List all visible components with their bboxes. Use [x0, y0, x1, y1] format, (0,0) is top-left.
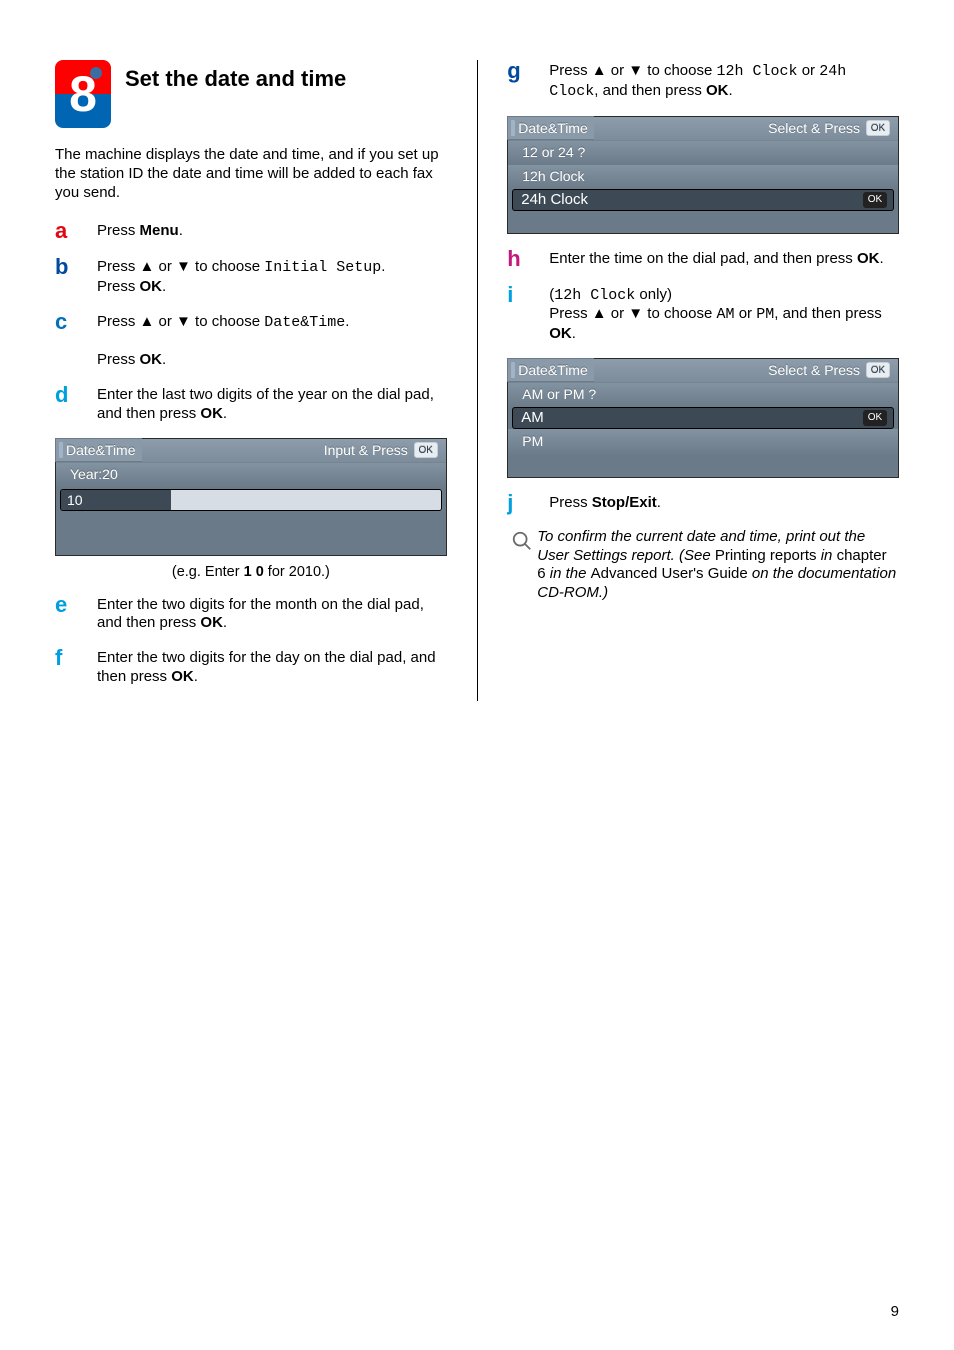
intro-text: The machine displays the date and time, …: [55, 146, 447, 202]
step-letter: f: [55, 647, 97, 687]
lcd-year: Date&Time Input & PressOK Year:20 10: [55, 438, 447, 556]
lcd-tab: Date&Time: [55, 438, 142, 462]
step-i: i (12h Clock only) Press ▲ or ▼ to choos…: [507, 284, 899, 344]
step-number-badge: 8: [55, 60, 111, 128]
step-a: a Press Menu.: [55, 220, 447, 242]
lcd-am-pm: Date&Time Select & PressOK AM or PM ? AM…: [507, 358, 899, 478]
ok-dark-chip: OK: [863, 410, 887, 426]
ok-dark-chip: OK: [863, 192, 887, 208]
step-h: h Enter the time on the dial pad, and th…: [507, 248, 899, 270]
lcd-caption: (e.g. Enter 1 0 for 2010.): [55, 564, 447, 580]
lcd-clock-mode: Date&Time Select & PressOK 12 or 24 ? 12…: [507, 116, 899, 234]
step-g: g Press ▲ or ▼ to choose 12h Clock or 24…: [507, 60, 899, 102]
step-letter: a: [55, 220, 97, 242]
step-f: f Enter the two digits for the day on th…: [55, 647, 447, 687]
page-number: 9: [891, 1303, 899, 1320]
ok-chip: OK: [414, 442, 438, 458]
step-letter: e: [55, 594, 97, 634]
lcd-tab: Date&Time: [507, 116, 594, 140]
step-letter: j: [507, 492, 549, 514]
magnifier-icon: [507, 528, 537, 603]
lcd-tab: Date&Time: [507, 358, 594, 382]
step-d: d Enter the last two digits of the year …: [55, 384, 447, 424]
step-letter: i: [507, 284, 549, 344]
step-letter: b: [55, 256, 97, 297]
step-number: 8: [69, 65, 97, 123]
step-c: c Press ▲ or ▼ to choose Date&Time. Pres…: [55, 311, 447, 370]
lcd-highlight-row: 24h Clock OK: [512, 189, 894, 211]
step-letter: g: [507, 60, 549, 102]
step-b: b Press ▲ or ▼ to choose Initial Setup. …: [55, 256, 447, 297]
step-letter: d: [55, 384, 97, 424]
tip: To confirm the current date and time, pr…: [507, 528, 899, 603]
step-letter: c: [55, 311, 97, 370]
tip-text: To confirm the current date and time, pr…: [537, 528, 899, 603]
lcd-highlight-row: AM OK: [512, 407, 894, 429]
step-j: j Press Stop/Exit.: [507, 492, 899, 514]
ok-chip: OK: [866, 120, 890, 136]
ok-chip: OK: [866, 362, 890, 378]
step-letter: h: [507, 248, 549, 270]
section-title: Set the date and time: [125, 60, 346, 92]
step-e: e Enter the two digits for the month on …: [55, 594, 447, 634]
column-separator: [477, 60, 478, 701]
lcd-input: 10: [60, 489, 442, 511]
section-header: 8 Set the date and time: [55, 60, 447, 128]
